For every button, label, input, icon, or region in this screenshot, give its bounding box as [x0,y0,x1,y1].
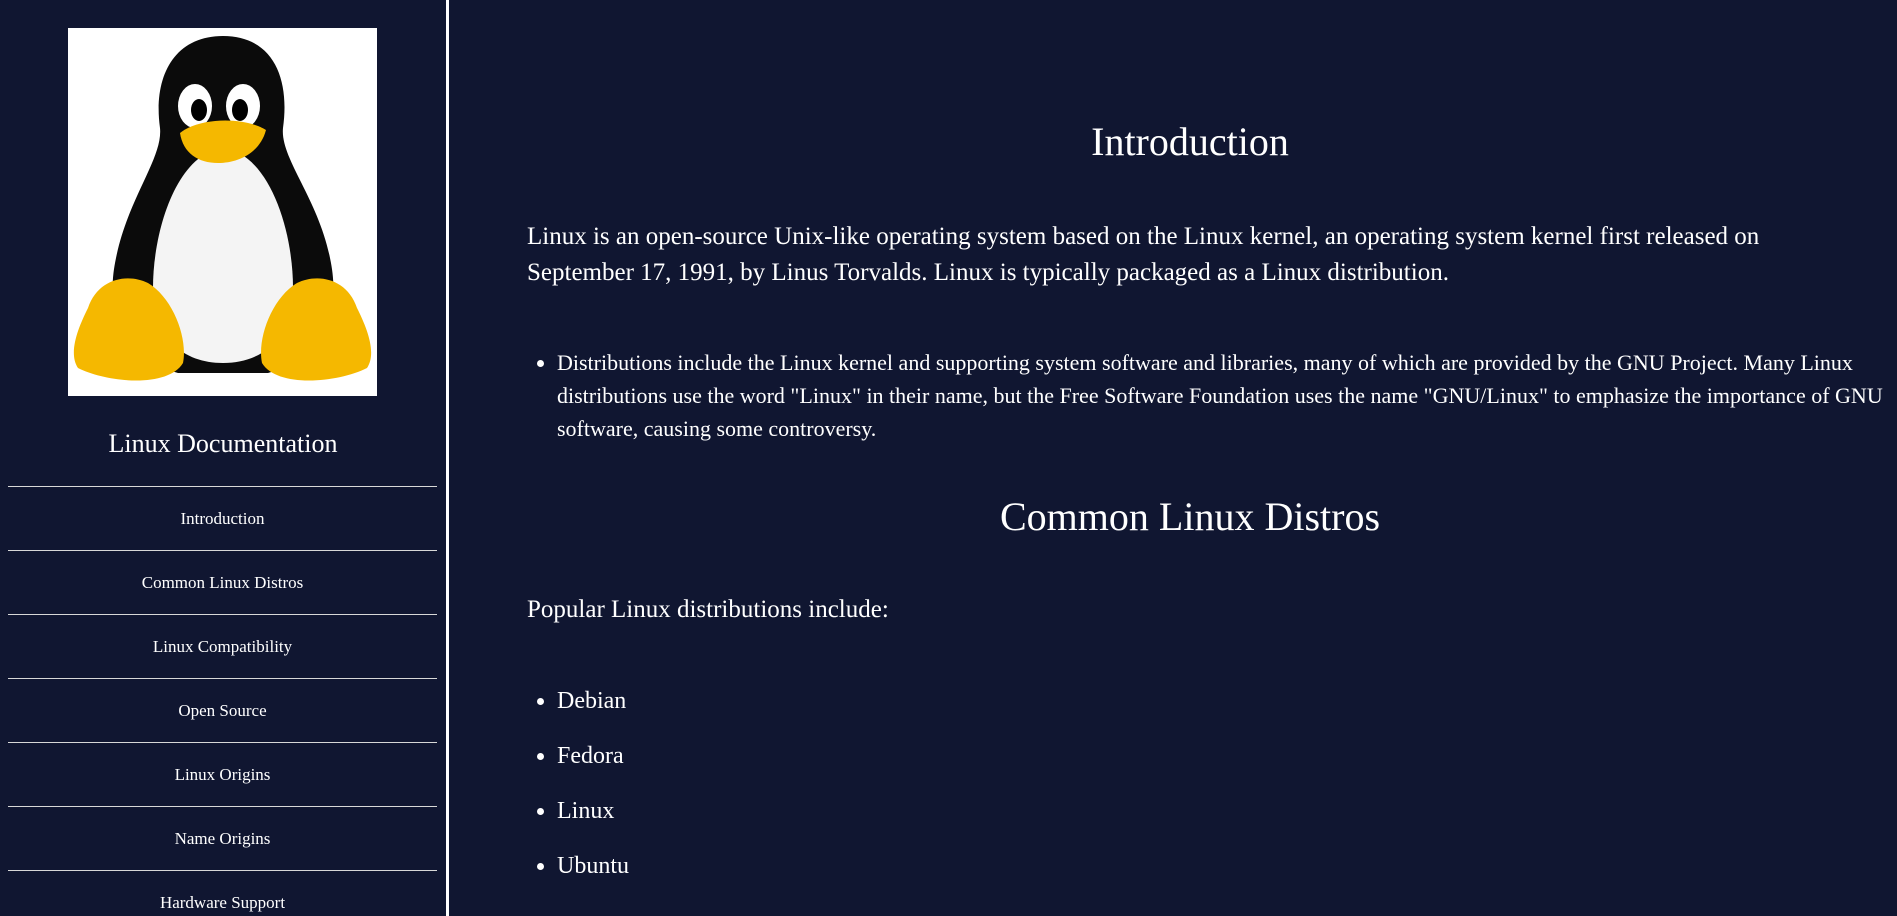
sidebar: Linux Documentation Introduction Common … [0,0,449,916]
nav-link-linux-compatibility[interactable]: Linux Compatibility [8,614,437,678]
common-distros-heading: Common Linux Distros [999,494,1381,539]
introduction-bullet: Distributions include the Linux kernel a… [557,346,1897,445]
nav-link-linux-origins[interactable]: Linux Origins [8,742,437,806]
introduction-bullet-list: Distributions include the Linux kernel a… [527,346,1897,445]
distro-item-debian: Debian [557,686,1897,716]
common-distros-paragraph: Popular Linux distributions include: [527,596,889,623]
introduction-paragraph: Linux is an open-source Unix-like operat… [527,223,1760,286]
introduction-heading: Introduction [1091,119,1289,164]
sidebar-nav: Introduction Common Linux Distros Linux … [8,486,437,916]
nav-link-hardware-support[interactable]: Hardware Support [8,870,437,916]
sidebar-title: Linux Documentation [108,429,338,458]
tux-penguin-logo [68,28,377,396]
main-content: Introduction Linux is an open-source Uni… [449,0,1897,916]
nav-link-open-source[interactable]: Open Source [8,678,437,742]
nav-link-common-linux-distros[interactable]: Common Linux Distros [8,550,437,614]
nav-link-introduction[interactable]: Introduction [8,486,437,550]
distro-item-fedora: Fedora [557,741,1897,771]
distros-list: Debian Fedora Linux Ubuntu [527,686,1897,906]
nav-link-name-origins[interactable]: Name Origins [8,806,437,870]
distro-item-ubuntu: Ubuntu [557,851,1897,881]
distro-item-linux: Linux [557,796,1897,826]
